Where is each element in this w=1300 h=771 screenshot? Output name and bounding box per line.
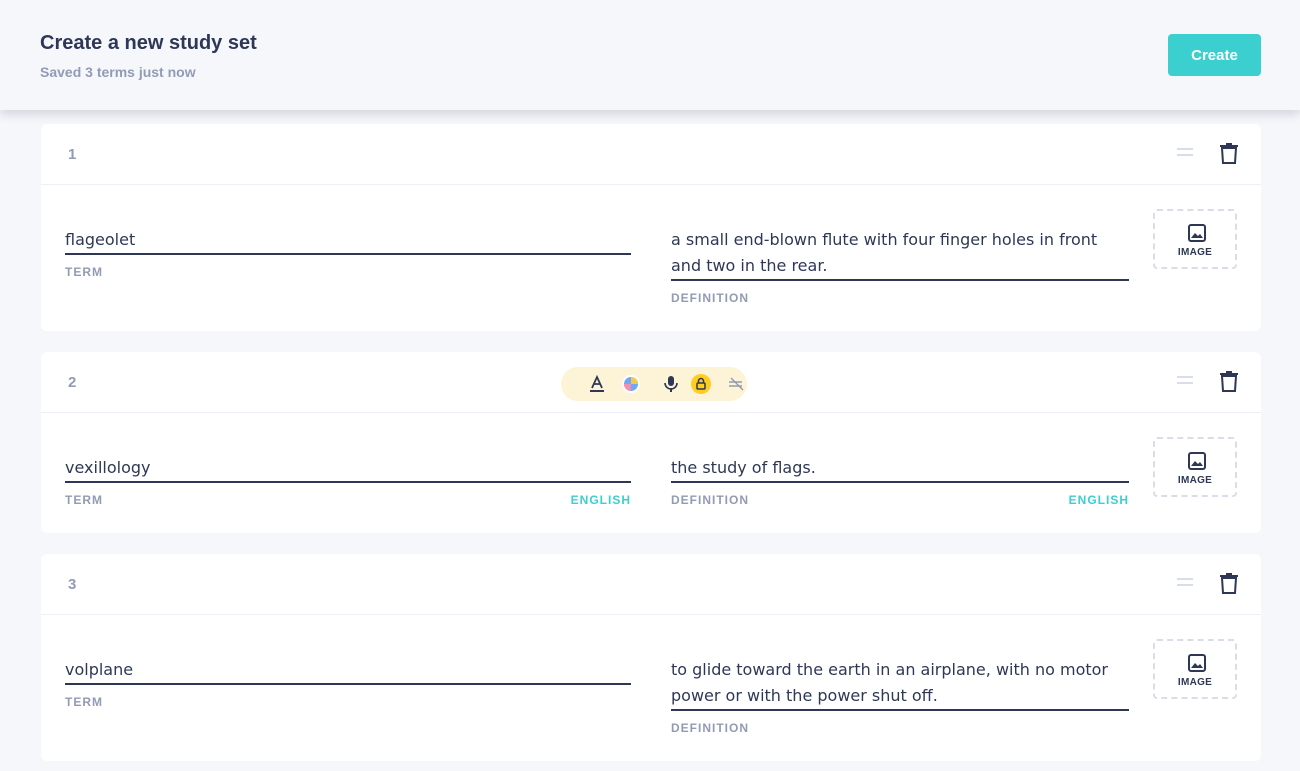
term-language-select[interactable]: ENGLISH: [571, 493, 631, 507]
term-label: TERM: [65, 695, 103, 709]
term-field[interactable]: vexillology TERM ENGLISH: [65, 455, 631, 507]
definition-label: DEFINITION: [671, 291, 749, 305]
image-label: IMAGE: [1177, 475, 1213, 486]
add-image-button[interactable]: IMAGE: [1153, 209, 1237, 269]
term-input[interactable]: volplane: [65, 657, 631, 685]
drag-handle-icon[interactable]: [1177, 578, 1193, 590]
save-status: Saved 3 terms just now: [40, 64, 196, 80]
drag-handle-icon[interactable]: [1177, 148, 1193, 160]
term-label: TERM ENGLISH: [65, 493, 631, 507]
definition-label: DEFINITION ENGLISH: [671, 493, 1129, 507]
image-label: IMAGE: [1177, 677, 1213, 688]
trash-icon[interactable]: [1218, 142, 1240, 166]
image-icon: [1188, 224, 1206, 242]
microphone-icon[interactable]: [661, 374, 681, 394]
image-icon: [1188, 452, 1206, 470]
definition-field[interactable]: the study of flags. DEFINITION ENGLISH: [671, 455, 1129, 507]
page-header: Create a new study set Saved 3 terms jus…: [0, 0, 1300, 110]
definition-input[interactable]: the study of flags.: [671, 455, 1129, 483]
add-image-button[interactable]: IMAGE: [1153, 437, 1237, 497]
definition-label: DEFINITION: [671, 721, 749, 735]
term-field[interactable]: flageolet TERM: [65, 227, 631, 279]
trash-icon[interactable]: [1218, 572, 1240, 596]
add-image-button[interactable]: IMAGE: [1153, 639, 1237, 699]
image-label: IMAGE: [1177, 247, 1213, 258]
drag-handle-icon[interactable]: [1177, 376, 1193, 388]
card-number: 1: [68, 146, 77, 163]
term-card: 1 flageolet TERM a small end-blown flute…: [41, 124, 1261, 331]
definition-input[interactable]: a small end-blown flute with four finger…: [671, 227, 1129, 281]
term-input[interactable]: vexillology: [65, 455, 631, 483]
term-card: 3 volplane TERM to glide toward the eart…: [41, 554, 1261, 761]
card-header: 2: [41, 352, 1261, 413]
definition-field[interactable]: to glide toward the earth in an airplane…: [671, 657, 1129, 735]
card-number: 3: [68, 576, 77, 593]
term-field[interactable]: volplane TERM: [65, 657, 631, 709]
trash-icon[interactable]: [1218, 370, 1240, 394]
term-input[interactable]: flageolet: [65, 227, 631, 255]
definition-input[interactable]: to glide toward the earth in an airplane…: [671, 657, 1129, 711]
create-button[interactable]: Create: [1168, 34, 1261, 76]
definition-language-select[interactable]: ENGLISH: [1069, 493, 1129, 507]
page-title: Create a new study set: [40, 32, 257, 54]
card-header: 1: [41, 124, 1261, 185]
term-card: 2 vexillology TERM ENGLISH the study of …: [41, 352, 1261, 533]
card-number: 2: [68, 374, 77, 391]
term-label: TERM: [65, 265, 103, 279]
card-header: 3: [41, 554, 1261, 615]
color-palette-icon[interactable]: [621, 374, 641, 394]
unsync-icon[interactable]: [727, 374, 747, 394]
definition-field[interactable]: a small end-blown flute with four finger…: [671, 227, 1129, 305]
lock-icon[interactable]: [691, 374, 711, 394]
text-format-icon[interactable]: [587, 374, 607, 394]
formatting-toolbar: [561, 367, 747, 401]
image-icon: [1188, 654, 1206, 672]
